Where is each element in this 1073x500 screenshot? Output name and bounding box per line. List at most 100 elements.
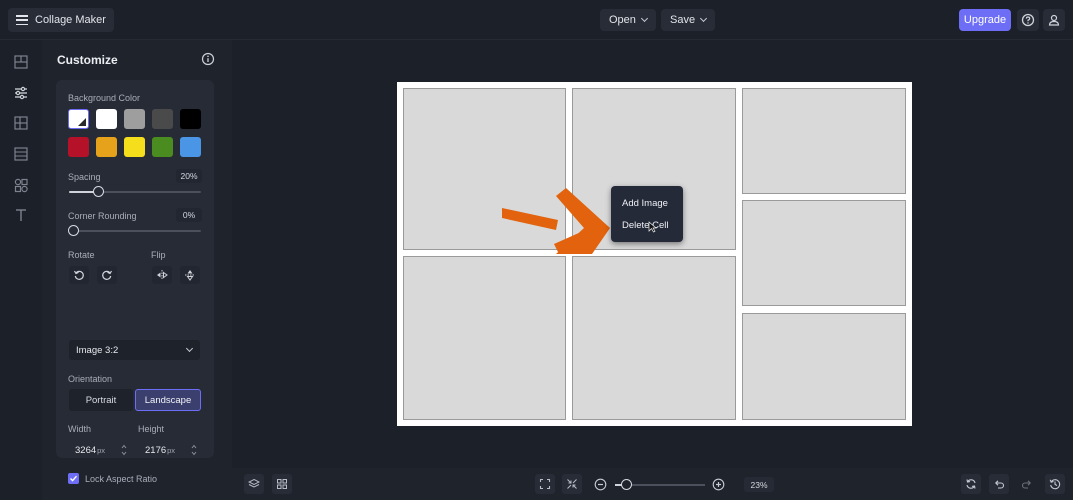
add-image-menu-item[interactable]: Add Image [622,198,668,209]
background-tool[interactable] [13,146,29,162]
stepper-icon[interactable] [191,442,197,458]
text-tool[interactable] [13,207,29,223]
app-title: Collage Maker [35,14,106,26]
flip-label: Flip [151,250,166,260]
background-color-label: Background Color [68,93,141,103]
history-icon [1049,479,1061,490]
zoom-in-button[interactable] [712,478,725,491]
customize-panel: Customize Background Color Spacing 20% C… [42,40,232,500]
zoom-out-icon [594,478,607,491]
collage-cell[interactable] [742,313,906,420]
undo-button[interactable] [989,474,1009,494]
refresh-icon [966,479,976,489]
undo-icon [995,480,1005,489]
save-label: Save [670,14,696,26]
tool-rail [0,40,42,500]
grid-view-button[interactable] [272,474,292,494]
open-label: Open [609,14,636,26]
delete-cell-menu-item[interactable]: Delete Cell [622,220,668,231]
swatch-black[interactable] [180,109,201,129]
width-value: 3264 [75,444,97,456]
height-value: 2176 [145,444,167,456]
rotate-left-button[interactable] [69,266,89,284]
app-menu-button[interactable]: Collage Maker [8,8,114,32]
transparent-swatch-icon [78,118,86,126]
orientation-label: Orientation [68,374,113,384]
width-input[interactable]: 3264 px [69,440,129,460]
swatch-red[interactable] [68,137,89,157]
open-menu-button[interactable]: Open [600,9,656,31]
top-bar: Collage Maker Open Save Upgrade [0,0,1073,40]
layers-icon [248,478,260,488]
spacing-value[interactable]: 20% [176,169,202,183]
aspect-ratio-select[interactable]: Image 3:2 [69,340,200,360]
swatch-green[interactable] [152,137,173,157]
fit-screen-icon [539,478,551,490]
swatch-white[interactable] [96,109,117,129]
layers-button[interactable] [244,474,264,494]
lock-aspect-checkbox[interactable] [68,473,79,484]
collage-cell[interactable] [742,88,906,194]
rotate-right-button[interactable] [97,266,117,284]
flip-vertical-button[interactable] [180,266,200,284]
zoom-slider-handle[interactable] [621,479,632,490]
swatch-gray[interactable] [124,109,145,129]
customize-card: Background Color Spacing 20% Corner Roun… [56,80,214,484]
collage-cell[interactable] [572,256,736,420]
stepper-icon[interactable] [121,442,127,458]
rotate-right-icon [102,270,113,280]
corner-rounding-value[interactable]: 0% [176,208,202,222]
lock-aspect-label: Lock Aspect Ratio [85,474,158,484]
swatch-transparent[interactable] [68,109,89,129]
layout-grid-icon [14,55,28,69]
swatch-orange[interactable] [96,137,117,157]
upgrade-button[interactable]: Upgrade [959,9,1011,31]
collage-cell[interactable] [403,256,566,420]
landscape-option[interactable]: Landscape [135,389,201,411]
customize-tool[interactable] [13,85,29,101]
corner-rounding-track[interactable] [69,230,201,232]
save-menu-button[interactable]: Save [661,9,716,31]
spacing-slider-handle[interactable] [93,186,104,197]
rotate-label: Rotate [68,250,95,260]
zoom-out-button[interactable] [594,478,607,491]
fit-screen-button[interactable] [535,474,555,494]
checkmark-icon [70,475,78,482]
zoom-level[interactable]: 23% [744,477,774,492]
grid-tool[interactable] [13,115,29,131]
grid-icon [14,116,28,130]
user-icon [1048,14,1060,26]
chevron-down-icon [640,14,648,23]
help-button[interactable] [1017,9,1039,31]
swatch-dark-gray[interactable] [152,109,173,129]
rotate-left-icon [73,270,84,280]
help-icon [1021,13,1035,27]
actual-size-button[interactable] [562,474,582,494]
height-label: Height [138,424,165,434]
collage-canvas [397,82,912,426]
layouts-tool[interactable] [13,54,29,70]
width-unit: px [97,445,106,455]
text-icon [16,209,26,221]
hamburger-icon [16,15,28,25]
info-button[interactable] [201,52,215,66]
elements-tool[interactable] [13,177,29,193]
portrait-option[interactable]: Portrait [69,389,133,411]
swatch-yellow[interactable] [124,137,145,157]
panel-title: Customize [57,53,118,67]
spacing-label: Spacing [68,172,101,182]
redo-button[interactable] [1017,474,1037,494]
annotation-arrow [502,188,610,254]
sliders-icon [15,86,27,100]
height-input[interactable]: 2176 px [139,440,199,460]
chevron-down-icon [185,344,194,353]
corner-rounding-slider-handle[interactable] [68,225,79,236]
history-button[interactable] [1045,474,1065,494]
width-label: Width [68,424,92,434]
account-button[interactable] [1043,9,1065,31]
swatch-blue[interactable] [180,137,201,157]
collage-cell[interactable] [742,200,906,306]
refresh-button[interactable] [961,474,981,494]
flip-horizontal-button[interactable] [152,266,172,284]
aspect-ratio-value: Image 3:2 [76,344,119,356]
